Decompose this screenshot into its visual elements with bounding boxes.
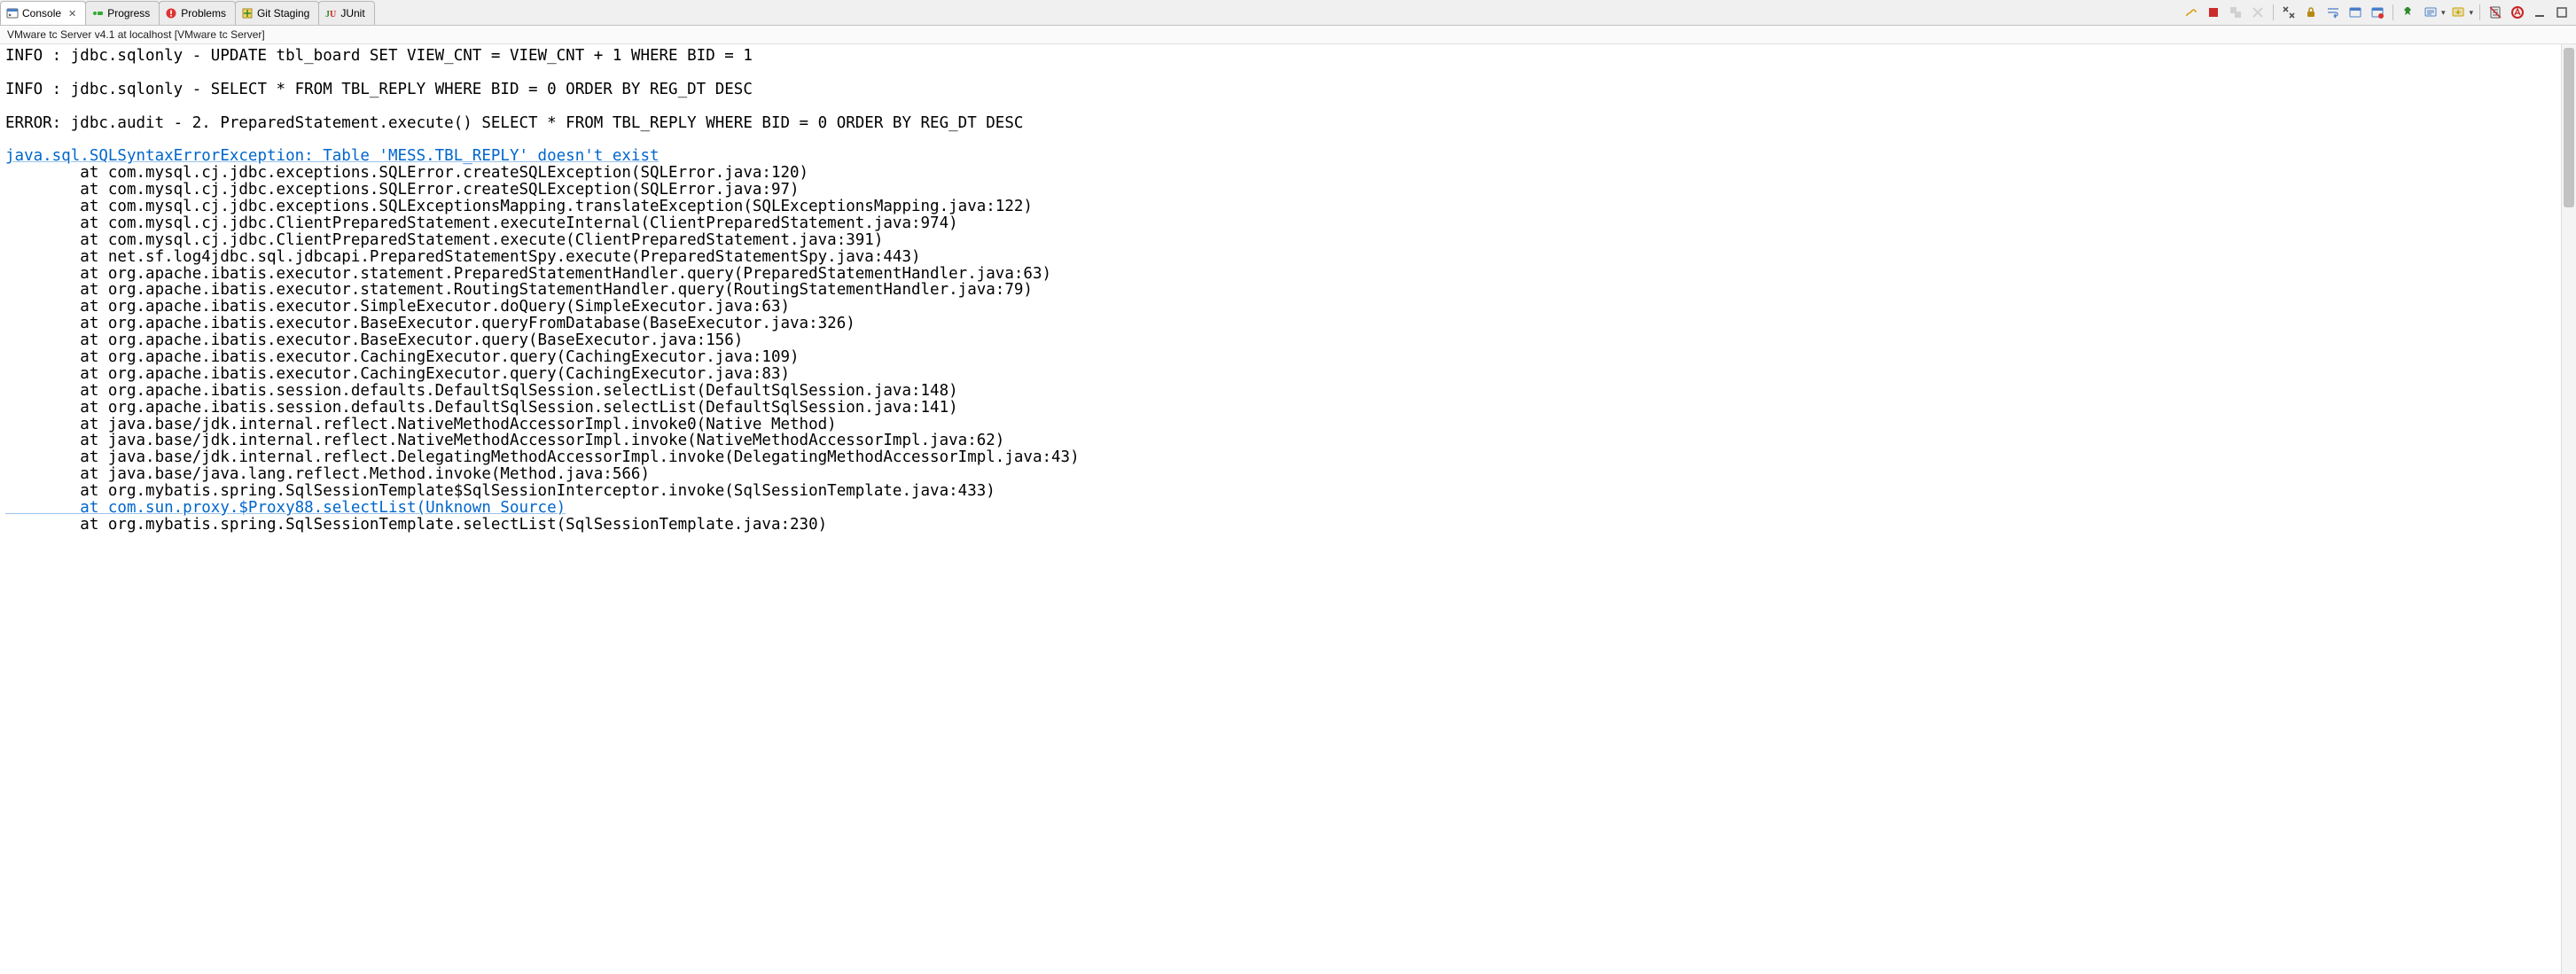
- console-line-stack: at org.apache.ibatis.executor.BaseExecut…: [5, 332, 2556, 349]
- console-line-stack: at org.apache.ibatis.executor.BaseExecut…: [5, 316, 2556, 332]
- toolbar-separator: [2273, 4, 2274, 20]
- tab-gitstaging[interactable]: Git Staging: [235, 1, 319, 25]
- console-line-stack: at net.sf.log4jdbc.sql.jdbcapi.PreparedS…: [5, 249, 2556, 266]
- console-line: ERROR: jdbc.audit - 2. PreparedStatement…: [5, 115, 2556, 132]
- minimize-icon[interactable]: [2531, 4, 2549, 21]
- console-line: [5, 98, 2556, 115]
- remove-all-terminated-icon[interactable]: [2280, 4, 2298, 21]
- tab-label: Progress: [107, 7, 150, 19]
- console-line-stack: at org.mybatis.spring.SqlSessionTemplate…: [5, 517, 2556, 534]
- tab-problems[interactable]: Problems: [159, 1, 236, 25]
- console-line: INFO : jdbc.sqlonly - UPDATE tbl_board S…: [5, 48, 2556, 65]
- tab-progress[interactable]: Progress: [85, 1, 160, 25]
- scroll-lock-icon[interactable]: [2302, 4, 2320, 21]
- console-line-stack: at java.base/jdk.internal.reflect.Native…: [5, 417, 2556, 433]
- console-line-stack: at java.base/jdk.internal.reflect.Native…: [5, 432, 2556, 449]
- console-wrap: INFO : jdbc.sqlonly - UPDATE tbl_board S…: [0, 44, 2576, 974]
- toolbar-separator: [2479, 4, 2480, 20]
- word-wrap-icon[interactable]: [2324, 4, 2342, 21]
- terminate-all-icon: [2227, 4, 2244, 21]
- dropdown-caret-icon[interactable]: ▾: [2441, 8, 2446, 18]
- console-line: INFO : jdbc.sqlonly - SELECT * FROM TBL_…: [5, 82, 2556, 98]
- console-line-stack: at org.apache.ibatis.executor.statement.…: [5, 266, 2556, 283]
- console-line-stack: at org.apache.ibatis.session.defaults.De…: [5, 383, 2556, 400]
- console-output[interactable]: INFO : jdbc.sqlonly - UPDATE tbl_board S…: [0, 44, 2561, 974]
- svg-text:U: U: [330, 10, 336, 19]
- show-console-error-icon[interactable]: [2369, 4, 2386, 21]
- console-line-stack: at com.mysql.cj.jdbc.ClientPreparedState…: [5, 215, 2556, 232]
- view-tabs: Console ✕ Progress Problems Git Staging JUJUn…: [0, 0, 374, 25]
- console-launch-label: VMware tc Server v4.1 at localhost [VMwa…: [0, 26, 2576, 44]
- tab-junit[interactable]: JUJUnit: [318, 1, 374, 25]
- vertical-scrollbar[interactable]: [2561, 44, 2576, 974]
- console-line-stack: at org.mybatis.spring.SqlSessionTemplate…: [5, 483, 2556, 500]
- pin-console-icon[interactable]: [2400, 4, 2417, 21]
- stacktrace-link[interactable]: at com.sun.proxy.$Proxy88.selectList(Unk…: [5, 499, 566, 517]
- view-topbar: Console ✕ Progress Problems Git Staging JUJUn…: [0, 0, 2576, 26]
- clear-console-icon[interactable]: [2486, 4, 2504, 21]
- git-staging-icon: [241, 7, 254, 19]
- remove-launch-icon: [2249, 4, 2267, 21]
- tab-label: Problems: [181, 7, 226, 19]
- close-tab-icon[interactable]: ✕: [68, 8, 76, 19]
- junit-icon: JU: [324, 7, 337, 19]
- console-line: [5, 65, 2556, 82]
- link-with-editor-icon[interactable]: [2182, 4, 2200, 21]
- console-line-stack: at com.mysql.cj.jdbc.exceptions.SQLError…: [5, 165, 2556, 182]
- maximize-icon[interactable]: [2553, 4, 2571, 21]
- console-line-stack: at com.mysql.cj.jdbc.exceptions.SQLExcep…: [5, 199, 2556, 215]
- console-line-link: java.sql.SQLSyntaxErrorException: Table …: [5, 148, 2556, 165]
- console-line-stack: at org.apache.ibatis.session.defaults.De…: [5, 400, 2556, 417]
- console-icon: [6, 7, 19, 19]
- dropdown-caret-icon[interactable]: ▾: [2469, 8, 2473, 18]
- show-console-standard-icon[interactable]: [2346, 4, 2364, 21]
- terminate-icon[interactable]: [2205, 4, 2222, 21]
- stacktrace-link[interactable]: java.sql.SQLSyntaxErrorException: Table …: [5, 147, 660, 165]
- tab-console[interactable]: Console ✕: [0, 1, 86, 25]
- problems-icon: [165, 7, 177, 19]
- console-line-stack: at org.apache.ibatis.executor.SimpleExec…: [5, 299, 2556, 316]
- console-line-stack: at com.mysql.cj.jdbc.ClientPreparedState…: [5, 232, 2556, 249]
- progress-icon: [91, 7, 104, 19]
- console-line: [5, 131, 2556, 148]
- topbar-spacer: [374, 0, 2177, 25]
- tab-label: Console: [22, 7, 61, 19]
- tab-label: JUnit: [340, 7, 364, 19]
- open-console-icon[interactable]: [2449, 4, 2467, 21]
- scrollbar-thumb[interactable]: [2564, 48, 2574, 207]
- tab-label: Git Staging: [257, 7, 309, 19]
- console-line-stack: at org.apache.ibatis.executor.statement.…: [5, 282, 2556, 299]
- console-line-stack: at org.apache.ibatis.executor.CachingExe…: [5, 366, 2556, 383]
- console-toolbar: ▾▾: [2177, 0, 2576, 25]
- display-selected-console-icon[interactable]: [2422, 4, 2439, 21]
- console-line-stack: at org.apache.ibatis.executor.CachingExe…: [5, 349, 2556, 366]
- ansi-icon[interactable]: [2509, 4, 2526, 21]
- console-line-link: at com.sun.proxy.$Proxy88.selectList(Unk…: [5, 500, 2556, 517]
- console-line-stack: at java.base/java.lang.reflect.Method.in…: [5, 466, 2556, 483]
- console-line-stack: at com.mysql.cj.jdbc.exceptions.SQLError…: [5, 182, 2556, 199]
- console-line-stack: at java.base/jdk.internal.reflect.Delega…: [5, 449, 2556, 466]
